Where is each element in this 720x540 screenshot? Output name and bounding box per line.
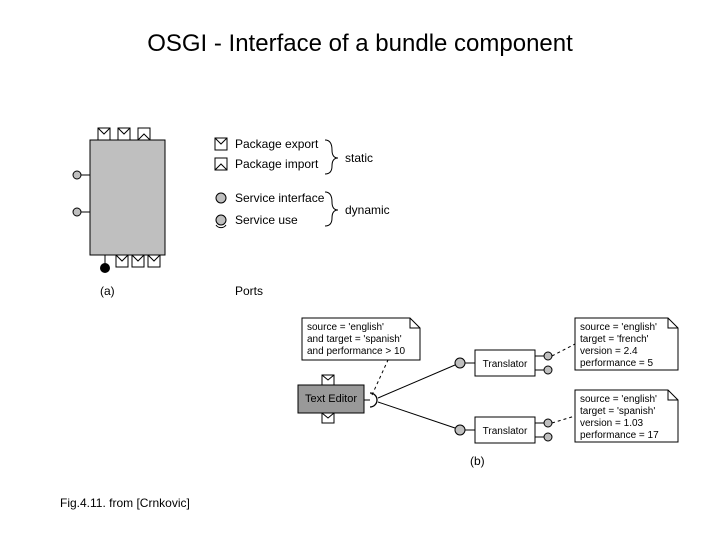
top-tab-export	[98, 128, 110, 140]
bottom-import-2	[132, 255, 144, 267]
figure-caption: Fig.4.11. from [Crnkovic]	[60, 496, 190, 510]
bottom-import-1	[116, 255, 128, 267]
svg-text:version = 1.03: version = 1.03	[580, 418, 644, 429]
legend-svc-use-icon	[216, 215, 226, 228]
legend-svc-use: Service use	[235, 213, 298, 227]
legend-svc-interface: Service interface	[235, 191, 325, 205]
svg-text:and performance > 10: and performance > 10	[307, 346, 406, 357]
legend-pkg-import-icon	[215, 158, 227, 170]
svg-text:Translator: Translator	[483, 359, 528, 370]
texteditor-box: Text Editor	[298, 375, 364, 423]
legend-static: static	[345, 151, 373, 165]
link-to-translator2	[378, 402, 455, 428]
note2-link	[552, 344, 575, 356]
legend-svc-interface-icon	[216, 193, 226, 203]
bottom-import-3	[148, 255, 160, 267]
bottom-service-use	[100, 255, 110, 273]
brace-static	[325, 140, 338, 174]
note-2: source = 'english' target = 'french' ver…	[575, 318, 678, 370]
svg-text:target = 'spanish': target = 'spanish'	[580, 406, 655, 417]
note3-link	[552, 416, 575, 423]
translator-2: Translator	[455, 417, 552, 443]
svg-text:source = 'english': source = 'english'	[307, 322, 384, 333]
component-box	[90, 140, 165, 255]
diagram-svg: (a) Package export Package import static…	[0, 0, 720, 540]
svg-text:and target = 'spanish': and target = 'spanish'	[307, 334, 402, 345]
left-lollipop-2	[73, 208, 90, 216]
legend-pkg-export: Package export	[235, 137, 319, 151]
svg-text:performance = 5: performance = 5	[580, 358, 654, 369]
note-1: source = 'english' and target = 'spanish…	[302, 318, 420, 360]
svg-text:source = 'english': source = 'english'	[580, 394, 657, 405]
top-tab-export-2	[118, 128, 130, 140]
texteditor-socket	[370, 393, 377, 407]
top-tab-import	[138, 128, 150, 140]
label-b: (b)	[470, 454, 485, 468]
svg-text:source = 'english': source = 'english'	[580, 322, 657, 333]
svg-text:version = 2.4: version = 2.4	[580, 346, 638, 357]
brace-dynamic	[325, 192, 338, 226]
svg-text:Text Editor: Text Editor	[305, 393, 357, 405]
link-to-translator1	[378, 365, 455, 398]
note1-link	[372, 360, 388, 395]
legend-pkg-import: Package import	[235, 157, 319, 171]
legend-pkg-export-icon	[215, 138, 227, 150]
note-3: source = 'english' target = 'spanish' ve…	[575, 390, 678, 442]
legend-dynamic: dynamic	[345, 203, 390, 217]
translator-1: Translator	[455, 350, 552, 376]
svg-text:performance = 17: performance = 17	[580, 430, 659, 441]
left-lollipop-1	[73, 171, 90, 179]
label-ports: Ports	[235, 284, 263, 298]
svg-text:Translator: Translator	[483, 426, 528, 437]
label-a: (a)	[100, 284, 115, 298]
svg-text:target = 'french': target = 'french'	[580, 334, 649, 345]
